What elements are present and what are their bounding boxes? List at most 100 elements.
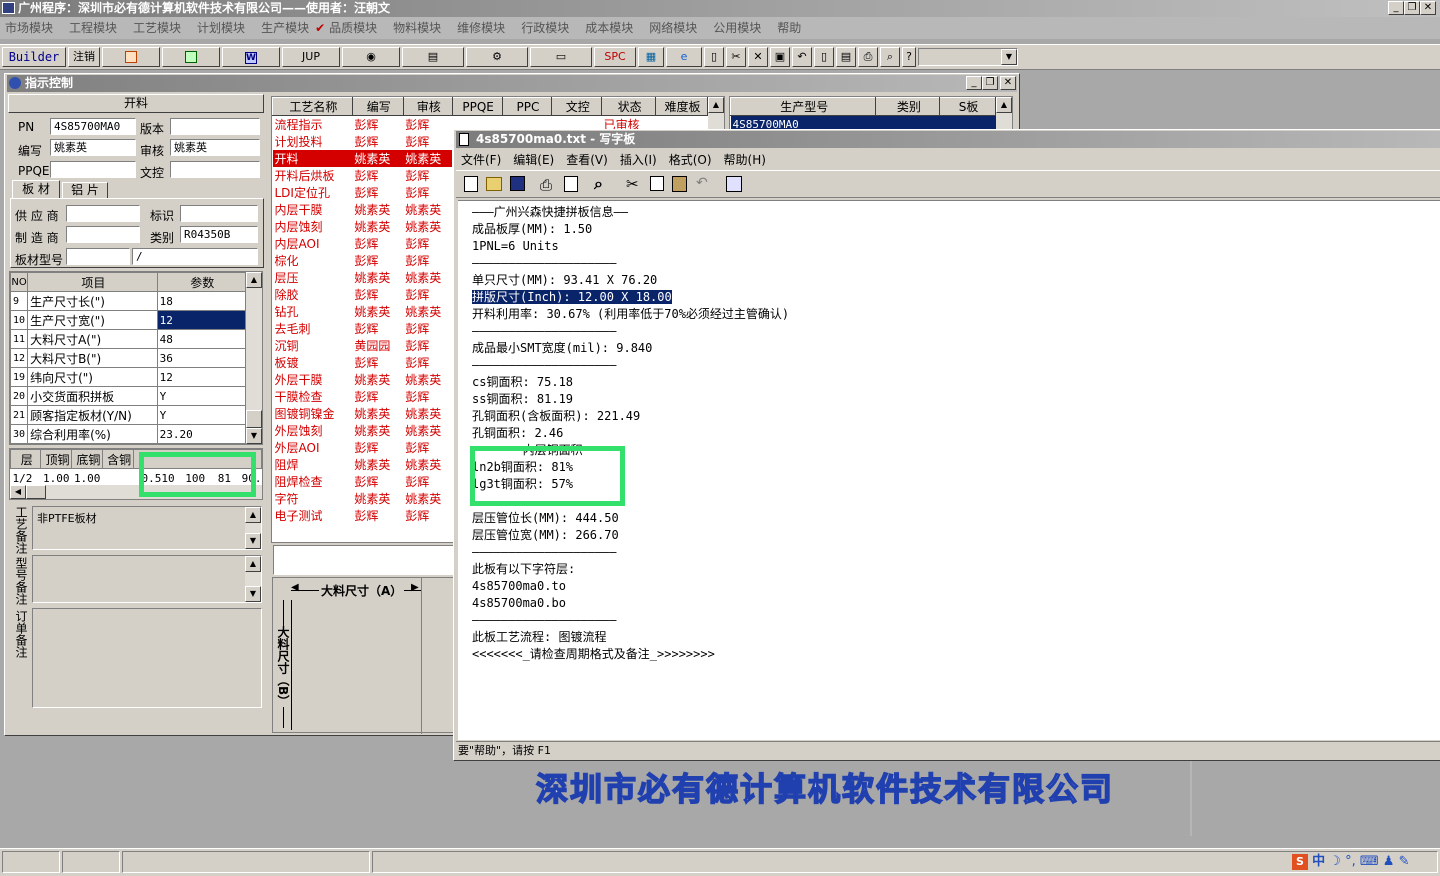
wrench-icon[interactable]: ✎ <box>1399 854 1410 869</box>
print-icon[interactable]: ⎙ <box>858 47 878 67</box>
child-restore-button[interactable]: ❐ <box>982 76 998 90</box>
param-row[interactable]: 12 大料尺寸B(") 36 <box>9 348 247 368</box>
wp-find-icon[interactable]: ⌕ <box>594 174 603 194</box>
ie-icon[interactable]: e <box>666 47 702 67</box>
menu-maintenance[interactable]: 维修模块 <box>457 19 505 36</box>
database-icon[interactable]: ▤ <box>402 47 464 67</box>
scroll-up-icon[interactable]: ▲ <box>996 97 1012 113</box>
doc-control-field[interactable] <box>170 161 260 178</box>
eye-icon[interactable]: ◉ <box>342 47 400 67</box>
close-button[interactable]: ✕ <box>1420 1 1436 15</box>
print-preview-icon[interactable]: ▤ <box>836 47 856 67</box>
wp-save-icon[interactable] <box>510 176 525 191</box>
version-field[interactable] <box>170 118 260 135</box>
scroll-down-icon[interactable]: ▼ <box>245 586 261 602</box>
logout-button[interactable]: 注销 <box>68 47 100 67</box>
menu-material[interactable]: 物料模块 <box>393 19 441 36</box>
delete-icon[interactable]: ✕ <box>748 47 768 67</box>
board-type-field[interactable] <box>66 248 130 265</box>
wp-menu-file[interactable]: 文件(F) <box>461 151 501 168</box>
scroll-down-icon[interactable]: ▼ <box>245 533 261 549</box>
param-row[interactable]: 9 生产尺寸长(") 18 <box>9 291 247 311</box>
process-note-field[interactable]: 非PTFE板材 ▲ ▼ <box>32 506 262 550</box>
child-minimize-button[interactable]: _ <box>966 76 982 90</box>
menu-production[interactable]: 生产模块 <box>261 19 309 36</box>
punct-icon[interactable]: °, <box>1345 854 1356 869</box>
keyboard-icon[interactable]: ⌨ <box>1360 854 1379 869</box>
user-icon[interactable]: ♟ <box>1383 854 1395 869</box>
child-close-button[interactable]: ✕ <box>1000 76 1016 90</box>
wp-menu-help[interactable]: 帮助(H) <box>724 151 766 168</box>
wordpad-text[interactable]: ———广州兴森快捷拼板信息—— 成品板厚(MM): 1.50 1PNL=6 Unit… <box>472 204 789 663</box>
param-row[interactable]: 21 顾客指定板材(Y/N) Y <box>9 405 247 425</box>
jup-button[interactable]: JUP <box>282 47 340 67</box>
menu-help[interactable]: 帮助 <box>777 19 801 36</box>
process-note-box[interactable] <box>273 545 455 575</box>
computer-icon[interactable]: ▭ <box>530 47 592 67</box>
preview-icon[interactable]: ▯ <box>814 47 834 67</box>
review-field[interactable]: 姚素英 <box>170 139 260 156</box>
wp-open-icon[interactable] <box>486 177 502 191</box>
find-icon[interactable]: ⌕ <box>880 47 900 67</box>
param-row[interactable]: 19 纬向尺寸(") 12 <box>9 367 247 387</box>
maker-field[interactable] <box>66 226 140 243</box>
wp-paste-icon[interactable] <box>672 176 687 192</box>
h-scroll-thumb[interactable] <box>26 485 46 499</box>
wp-menu-insert[interactable]: 插入(I) <box>620 151 657 168</box>
save-icon[interactable]: ▣ <box>770 47 790 67</box>
board-type-field-2[interactable]: / <box>132 248 258 265</box>
network-icon[interactable]: ⚙ <box>466 47 528 67</box>
param-row[interactable]: 11 大料尺寸A(") 48 <box>9 329 247 349</box>
toolbar-dropdown[interactable]: ▼ <box>918 48 1018 66</box>
ppt-icon[interactable] <box>102 47 160 67</box>
menu-process[interactable]: 工艺模块 <box>133 19 181 36</box>
mark-field[interactable] <box>180 205 258 222</box>
writer-field[interactable]: 姚素英 <box>50 139 136 156</box>
excel-icon[interactable] <box>162 47 220 67</box>
wp-undo-icon[interactable]: ↶ <box>696 175 708 191</box>
scroll-down-icon[interactable]: ▼ <box>246 428 262 444</box>
wp-copy-icon[interactable] <box>650 176 664 191</box>
menu-quality[interactable]: 品质模块 <box>329 19 377 36</box>
sogou-icon[interactable]: S <box>1292 853 1308 870</box>
menu-network[interactable]: 网络模块 <box>649 19 697 36</box>
scroll-up-icon[interactable]: ▲ <box>245 556 261 572</box>
calculator-icon[interactable]: ▦ <box>638 47 664 67</box>
wp-menu-format[interactable]: 格式(O) <box>669 151 712 168</box>
param-scrollbar[interactable]: ▲ ▼ <box>246 272 262 444</box>
moon-icon[interactable]: ☽ <box>1329 854 1341 869</box>
wp-datetime-icon[interactable] <box>726 176 742 192</box>
scroll-left-icon[interactable]: ◀ <box>10 485 26 499</box>
menu-common[interactable]: 公用模块 <box>713 19 761 36</box>
new-icon[interactable]: ▯ <box>704 47 724 67</box>
ime-chinese-label[interactable]: 中 <box>1312 854 1325 869</box>
param-row[interactable]: 20 小交货面积拼板 Y <box>9 386 247 406</box>
wp-print-icon[interactable]: ⎙ <box>540 176 552 194</box>
param-row[interactable]: 30 综合利用率(%) 23.20 <box>9 424 247 444</box>
scroll-up-icon[interactable]: ▲ <box>708 97 724 113</box>
menu-market[interactable]: 市场模块 <box>5 19 53 36</box>
supplier-field[interactable] <box>66 205 140 222</box>
menu-cost[interactable]: 成本模块 <box>585 19 633 36</box>
chevron-down-icon[interactable]: ▼ <box>1001 49 1017 65</box>
undo-icon[interactable]: ↶ <box>792 47 812 67</box>
scroll-up-icon[interactable]: ▲ <box>246 272 262 288</box>
menu-admin[interactable]: 行政模块 <box>521 19 569 36</box>
category-field[interactable]: R04350B <box>180 226 258 243</box>
minimize-button[interactable]: _ <box>1388 1 1404 15</box>
help-icon[interactable]: ? <box>902 47 916 67</box>
menu-plan[interactable]: 计划模块 <box>197 19 245 36</box>
menu-engineering[interactable]: 工程模块 <box>69 19 117 36</box>
ppqe-field[interactable] <box>50 161 136 178</box>
scroll-thumb[interactable] <box>246 410 262 428</box>
cut-icon[interactable]: ✂ <box>726 47 746 67</box>
word-icon[interactable]: W <box>222 47 280 67</box>
spc-button[interactable]: SPC <box>594 47 636 67</box>
wp-menu-edit[interactable]: 编辑(E) <box>513 151 554 168</box>
order-note-field[interactable] <box>32 608 262 708</box>
restore-button[interactable]: ❐ <box>1404 1 1420 15</box>
scroll-up-icon[interactable]: ▲ <box>245 507 261 523</box>
param-row[interactable]: 10 生产尺寸宽(") 12 <box>9 310 247 330</box>
pn-field[interactable]: 4S85700MA0 <box>50 118 136 135</box>
wp-preview-icon[interactable] <box>564 176 578 192</box>
